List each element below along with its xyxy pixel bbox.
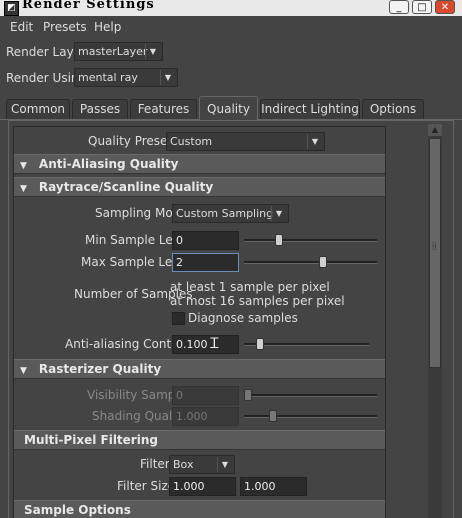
slider-track	[244, 415, 377, 418]
shading-quality-slider	[244, 407, 377, 426]
sampling-mode-dropdown[interactable]: Custom Sampling ▼	[172, 204, 289, 223]
visibility-samples-field: 0	[172, 386, 239, 405]
menu-presets[interactable]: Presets	[43, 20, 87, 34]
chevron-down-icon: ▼	[271, 206, 286, 221]
text-cursor-icon: Ꮖ	[210, 336, 220, 352]
slider-thumb[interactable]	[256, 338, 264, 350]
close-button[interactable]: ✕	[435, 0, 455, 14]
filter-dropdown[interactable]: Box ▼	[169, 455, 235, 474]
maya-icon: ◩	[4, 1, 19, 16]
tab-quality[interactable]: Quality	[199, 96, 258, 121]
quality-presets-value: Custom	[170, 135, 213, 148]
chevron-down-icon: ▼	[145, 44, 160, 59]
min-sample-level-field[interactable]: 0	[172, 231, 239, 250]
slider-thumb[interactable]	[275, 234, 283, 246]
slider-track	[244, 239, 377, 242]
vertical-scrollbar[interactable]: ▲ ⁞⁞ ⁞⁞	[428, 124, 442, 518]
filter-value: Box	[173, 458, 194, 471]
collapse-triangle-icon: ▼	[20, 184, 27, 194]
maximize-button[interactable]: □	[412, 0, 432, 14]
chevron-down-icon: ▼	[307, 134, 322, 149]
quality-presets-label: Quality Presets	[88, 134, 179, 148]
min-sample-level-slider[interactable]	[244, 231, 377, 250]
samples-min-info: at least 1 sample per pixel	[170, 280, 330, 294]
visibility-samples-slider	[244, 386, 377, 405]
filter-size-x-field[interactable]: 1.000	[169, 477, 236, 496]
render-layer-dropdown[interactable]: masterLayer ▼	[74, 42, 163, 61]
minimize-button[interactable]: _	[389, 0, 409, 14]
shading-quality-field: 1.000	[172, 407, 239, 426]
menu-bar: Edit Presets Help	[0, 16, 462, 38]
menu-help[interactable]: Help	[94, 20, 121, 34]
slider-track	[244, 394, 377, 397]
section-multi-pixel-filtering[interactable]: Multi-Pixel Filtering	[14, 430, 385, 450]
chevron-down-icon: ▼	[217, 457, 232, 472]
section-raytrace-scanline-quality[interactable]: ▼ Raytrace/Scanline Quality	[14, 177, 385, 197]
window-title: Render Settings	[22, 0, 155, 12]
anti-aliasing-contrast-slider[interactable]	[244, 335, 369, 354]
tab-indirect-lighting[interactable]: Indirect Lighting	[260, 99, 360, 119]
anti-aliasing-contrast-field[interactable]: 0.100	[172, 335, 239, 354]
render-layer-value: masterLayer	[78, 45, 148, 58]
collapse-triangle-icon: ▼	[20, 366, 27, 376]
tab-passes[interactable]: Passes	[72, 99, 128, 119]
section-title: Raytrace/Scanline Quality	[38, 180, 214, 194]
slider-thumb	[244, 389, 252, 401]
tab-features[interactable]: Features	[130, 99, 197, 119]
quality-panel: Quality Presets Custom ▼ ▼ Anti-Aliasing …	[8, 120, 454, 518]
slider-thumb[interactable]	[319, 256, 327, 268]
slider-track	[244, 261, 377, 264]
chevron-down-icon: ▼	[160, 70, 175, 85]
section-title: Rasterizer Quality	[38, 362, 162, 376]
samples-max-info: at most 16 samples per pixel	[170, 294, 345, 308]
render-using-dropdown[interactable]: mental ray ▼	[74, 68, 178, 87]
diagnose-samples-label: Diagnose samples	[188, 311, 298, 325]
tab-common[interactable]: Common	[6, 99, 70, 119]
scroll-up-arrow-icon[interactable]: ▲	[428, 124, 442, 136]
slider-thumb	[269, 410, 277, 422]
max-sample-level-field[interactable]: 2	[172, 253, 239, 272]
scrollbar-thumb[interactable]: ⁞⁞ ⁞⁞	[429, 138, 441, 368]
filter-size-label: Filter Size	[117, 479, 176, 493]
tab-options[interactable]: Options	[362, 99, 424, 119]
render-using-value: mental ray	[78, 71, 138, 84]
sampling-mode-value: Custom Sampling	[176, 207, 274, 220]
grip-icon: ⁞⁞ ⁞⁞	[432, 241, 437, 252]
max-sample-level-slider[interactable]	[244, 253, 377, 272]
quality-presets-dropdown[interactable]: Custom ▼	[166, 132, 325, 151]
section-title: Anti-Aliasing Quality	[38, 157, 179, 171]
filter-label: Filter	[140, 457, 170, 471]
title-bar: ◩ Render Settings _ □ ✕	[0, 0, 462, 16]
section-anti-aliasing-quality[interactable]: ▼ Anti-Aliasing Quality	[14, 154, 385, 174]
section-sample-options[interactable]: Sample Options	[14, 500, 385, 518]
filter-size-y-field[interactable]: 1.000	[240, 477, 307, 496]
diagnose-samples-checkbox[interactable]	[172, 312, 185, 325]
menu-edit[interactable]: Edit	[10, 20, 33, 34]
section-rasterizer-quality[interactable]: ▼ Rasterizer Quality	[14, 359, 385, 379]
settings-scroll-area: Quality Presets Custom ▼ ▼ Anti-Aliasing …	[13, 126, 386, 518]
collapse-triangle-icon: ▼	[20, 161, 27, 171]
